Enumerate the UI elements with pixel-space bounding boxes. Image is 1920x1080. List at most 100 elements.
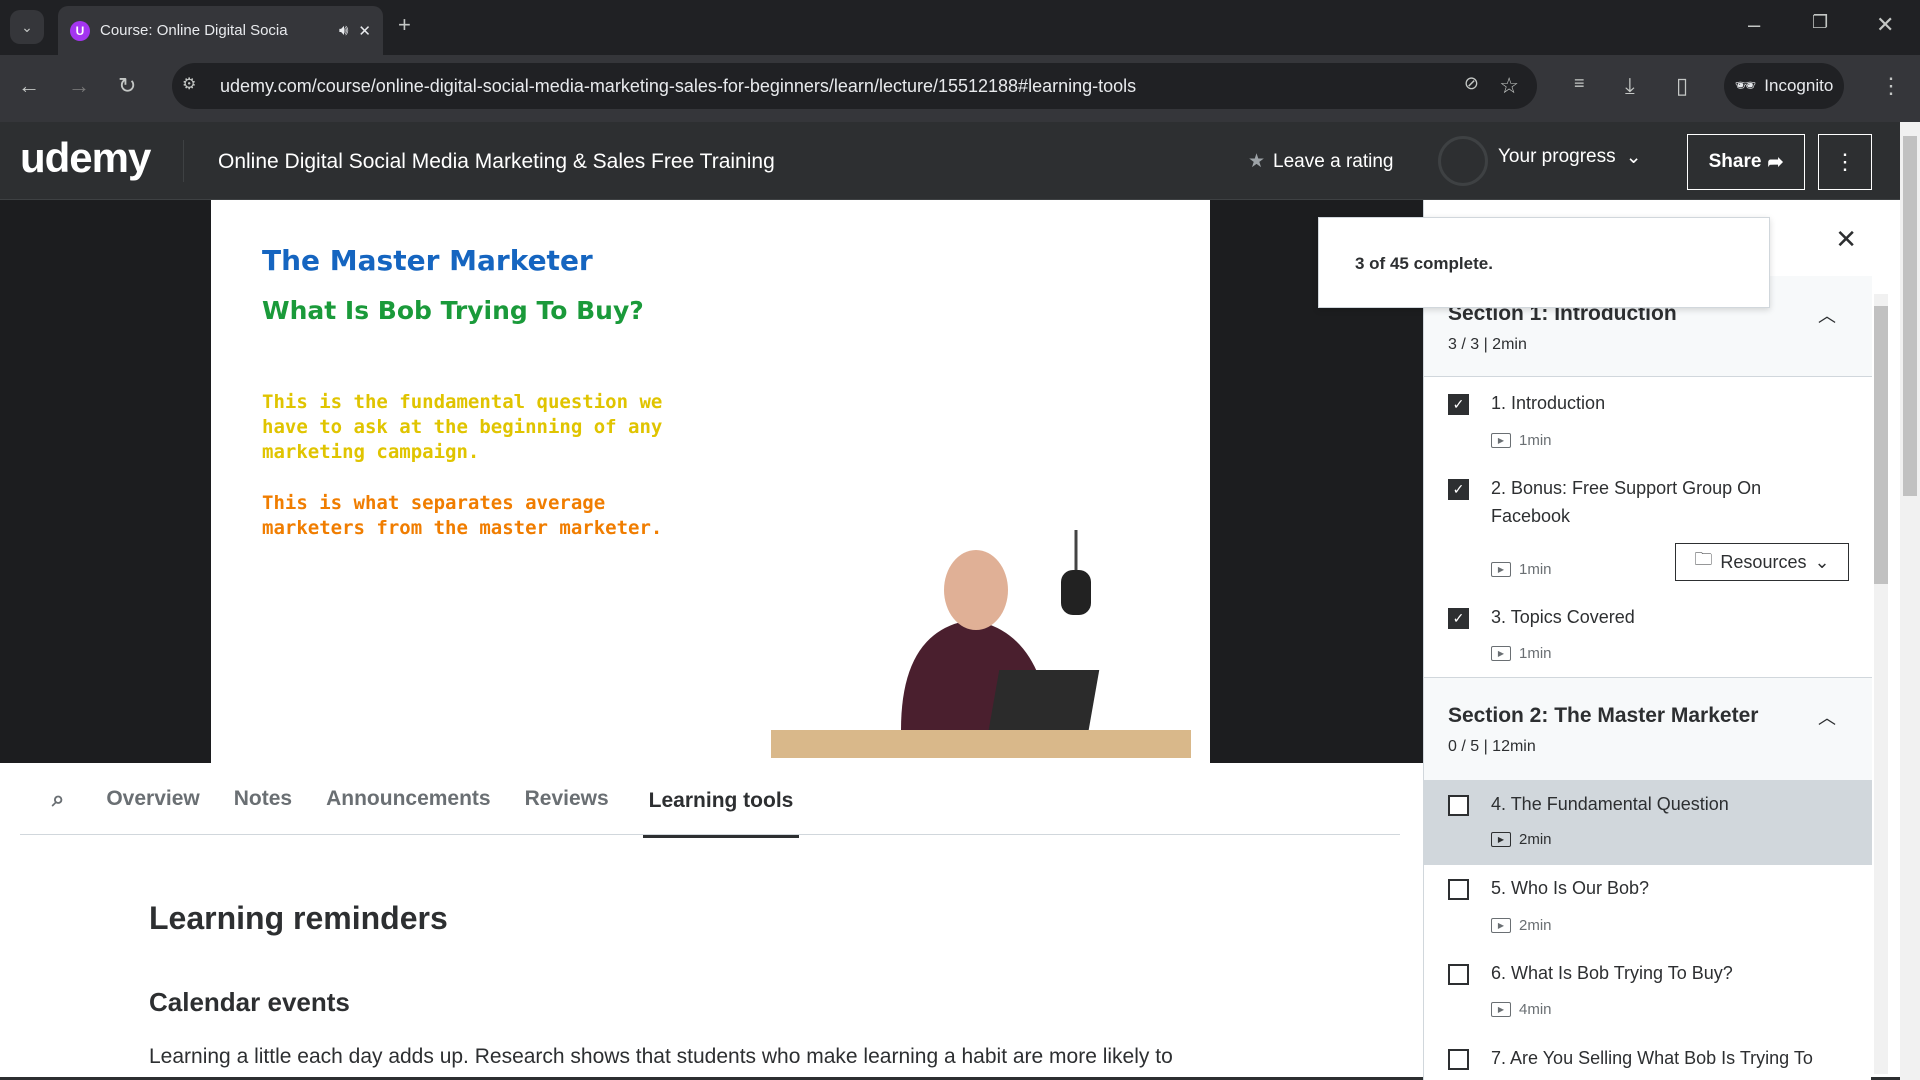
incognito-badge[interactable]: 🕶︎ Incognito [1724,63,1844,109]
tab-reviews[interactable]: Reviews [525,787,609,811]
lecture-item[interactable]: 6. What Is Bob Trying To Buy? ▶ 4min [1424,950,1872,1035]
video-icon: ▶ [1491,832,1511,847]
tab-learning-tools[interactable]: Learning tools [642,765,800,838]
lecture-item[interactable]: 5. Who Is Our Bob? ▶ 2min [1424,865,1872,950]
udemy-logo[interactable]: udemy [20,134,151,182]
restore-button[interactable]: ❐ [1812,12,1828,33]
tab-title: Course: Online Digital Socia [100,22,288,39]
your-progress-button[interactable]: Your progress ⌄ [1498,146,1642,169]
checkbox-unchecked[interactable] [1448,964,1469,985]
duration-text: 2min [1519,831,1552,848]
lecture-duration: ▶ 4min [1491,1001,1552,1018]
lecture-item[interactable]: ✓ 3. Topics Covered ▶ 1min [1424,600,1872,677]
progress-ring[interactable] [1438,136,1488,186]
section-meta: 0 / 5 | 12min [1448,738,1536,755]
lecture-slide[interactable]: The Master Marketer What Is Bob Trying T… [211,200,1210,763]
tab-announcements[interactable]: Announcements [326,787,491,811]
browser-menu-icon[interactable]: ⋮ [1880,73,1902,99]
leave-rating-button[interactable]: ★ Leave a rating [1248,150,1393,173]
incognito-icon: 🕶︎ [1734,76,1757,95]
lecture-title: 6. What Is Bob Trying To Buy? [1491,963,1733,983]
chevron-up-icon[interactable]: ︿ [1818,704,1836,730]
tab-search-button[interactable]: ⌄ [10,10,44,44]
page-scrollbar[interactable] [1900,122,1920,1080]
course-tabs: ⌕ Overview Notes Announcements Reviews L… [20,763,1400,838]
section-title: Section 2: The Master Marketer [1448,704,1759,727]
sidebar-scrollbar[interactable] [1874,294,1888,1074]
video-icon: ▶ [1491,562,1511,577]
tab-overview[interactable]: Overview [106,787,199,811]
side-panel-icon[interactable]: ▯ [1676,73,1688,99]
browser-tab[interactable]: U Course: Online Digital Socia 🔊︎ ✕ [58,6,383,55]
slide-paragraph-2: This is what separates average marketers … [262,491,662,541]
lecture-title: 2. Bonus: Free Support Group On Facebook [1491,478,1762,526]
slide-line: marketers from the master marketer. [262,517,663,539]
your-progress-label: Your progress [1498,146,1616,167]
bookmark-star-icon[interactable]: ☆ [1499,73,1519,99]
calendar-description: Learning a little each day adds up. Rese… [149,1045,1173,1068]
duration-text: 1min [1519,561,1552,578]
back-icon[interactable]: ← [18,73,40,99]
resources-label: Resources [1720,551,1807,572]
slide-line: This is what separates average [262,492,606,514]
forward-icon[interactable]: → [68,73,90,99]
slide-paragraph-1: This is the fundamental question we have … [262,390,662,465]
window-close-button[interactable]: ✕ [1876,12,1894,38]
search-icon[interactable]: ⌕ [52,786,64,812]
minimize-button[interactable]: – [1748,12,1760,38]
duration-text: 4min [1519,1001,1552,1018]
more-options-button[interactable]: ⋮ [1818,134,1872,190]
slide-title: The Master Marketer [262,244,593,277]
chevron-up-icon[interactable]: ︿ [1818,302,1836,328]
lecture-duration: ▶ 2min [1491,917,1552,934]
divider [183,140,184,182]
progress-text: 3 of 45 complete. [1355,254,1493,273]
checkbox-checked[interactable]: ✓ [1448,479,1469,500]
close-sidebar-icon[interactable]: ✕ [1835,224,1857,255]
video-icon: ▶ [1491,918,1511,933]
slide-line: have to ask at the beginning of any [262,416,663,438]
tab-notes[interactable]: Notes [234,787,292,811]
duration-text: 1min [1519,645,1552,662]
video-icon: ▶ [1491,433,1511,448]
download-icon[interactable]: ⤓ [1625,73,1635,99]
checkbox-checked[interactable]: ✓ [1448,394,1469,415]
speaker-icon[interactable]: 🔊︎ [339,22,348,39]
chevron-down-icon: ⌄ [1625,147,1642,168]
lecture-title: 5. Who Is Our Bob? [1491,878,1650,898]
calendar-events-heading: Calendar events [149,987,350,1017]
lecture-item-current[interactable]: 4. The Fundamental Question ▶ 2min [1424,781,1872,865]
lecture-duration: ▶ 2min [1491,831,1552,848]
lecture-item[interactable]: ✓ 2. Bonus: Free Support Group On Facebo… [1424,462,1872,600]
lecture-title: 4. The Fundamental Question [1491,794,1729,814]
eye-off-icon[interactable]: ⊘ [1464,73,1479,94]
checkbox-unchecked[interactable] [1448,879,1469,900]
new-tab-button[interactable]: + [398,12,411,38]
section-header[interactable]: Section 2: The Master Marketer 0 / 5 | 1… [1424,677,1872,781]
lecture-item[interactable]: ✓ 1. Introduction ▶ 1min [1424,377,1872,462]
reading-list-icon[interactable]: ≡ [1574,73,1585,94]
address-bar[interactable]: ⚙ udemy.com/course/online-digital-social… [172,63,1537,109]
presenter-image [771,530,1191,758]
sidebar-scrollbar-thumb[interactable] [1874,306,1888,584]
tab-close-icon[interactable]: ✕ [358,22,371,40]
checkbox-unchecked[interactable] [1448,1049,1469,1070]
video-icon: ▶ [1491,1002,1511,1017]
lecture-duration: ▶ 1min [1491,645,1552,662]
checkbox-checked[interactable]: ✓ [1448,608,1469,629]
lecture-item[interactable]: 7. Are You Selling What Bob Is Trying To [1424,1035,1872,1080]
udemy-favicon: U [70,20,90,41]
resources-dropdown[interactable]: 🗀 Resources ⌄ [1675,543,1849,581]
site-info-icon[interactable]: ⚙ [182,74,196,94]
star-icon: ★ [1248,151,1266,172]
course-title[interactable]: Online Digital Social Media Marketing & … [218,150,775,174]
lecture-duration: ▶ 1min [1491,561,1552,578]
reload-icon[interactable]: ↻ [118,73,136,99]
checkbox-unchecked[interactable] [1448,795,1469,816]
share-button[interactable]: Share ➦ [1687,134,1805,190]
course-header: udemy Online Digital Social Media Market… [0,122,1900,200]
page-scrollbar-thumb[interactable] [1903,136,1917,496]
chevron-down-icon: ⌄ [1814,551,1830,572]
folder-icon: 🗀 [1694,549,1713,569]
lecture-duration: ▶ 1min [1491,432,1552,449]
